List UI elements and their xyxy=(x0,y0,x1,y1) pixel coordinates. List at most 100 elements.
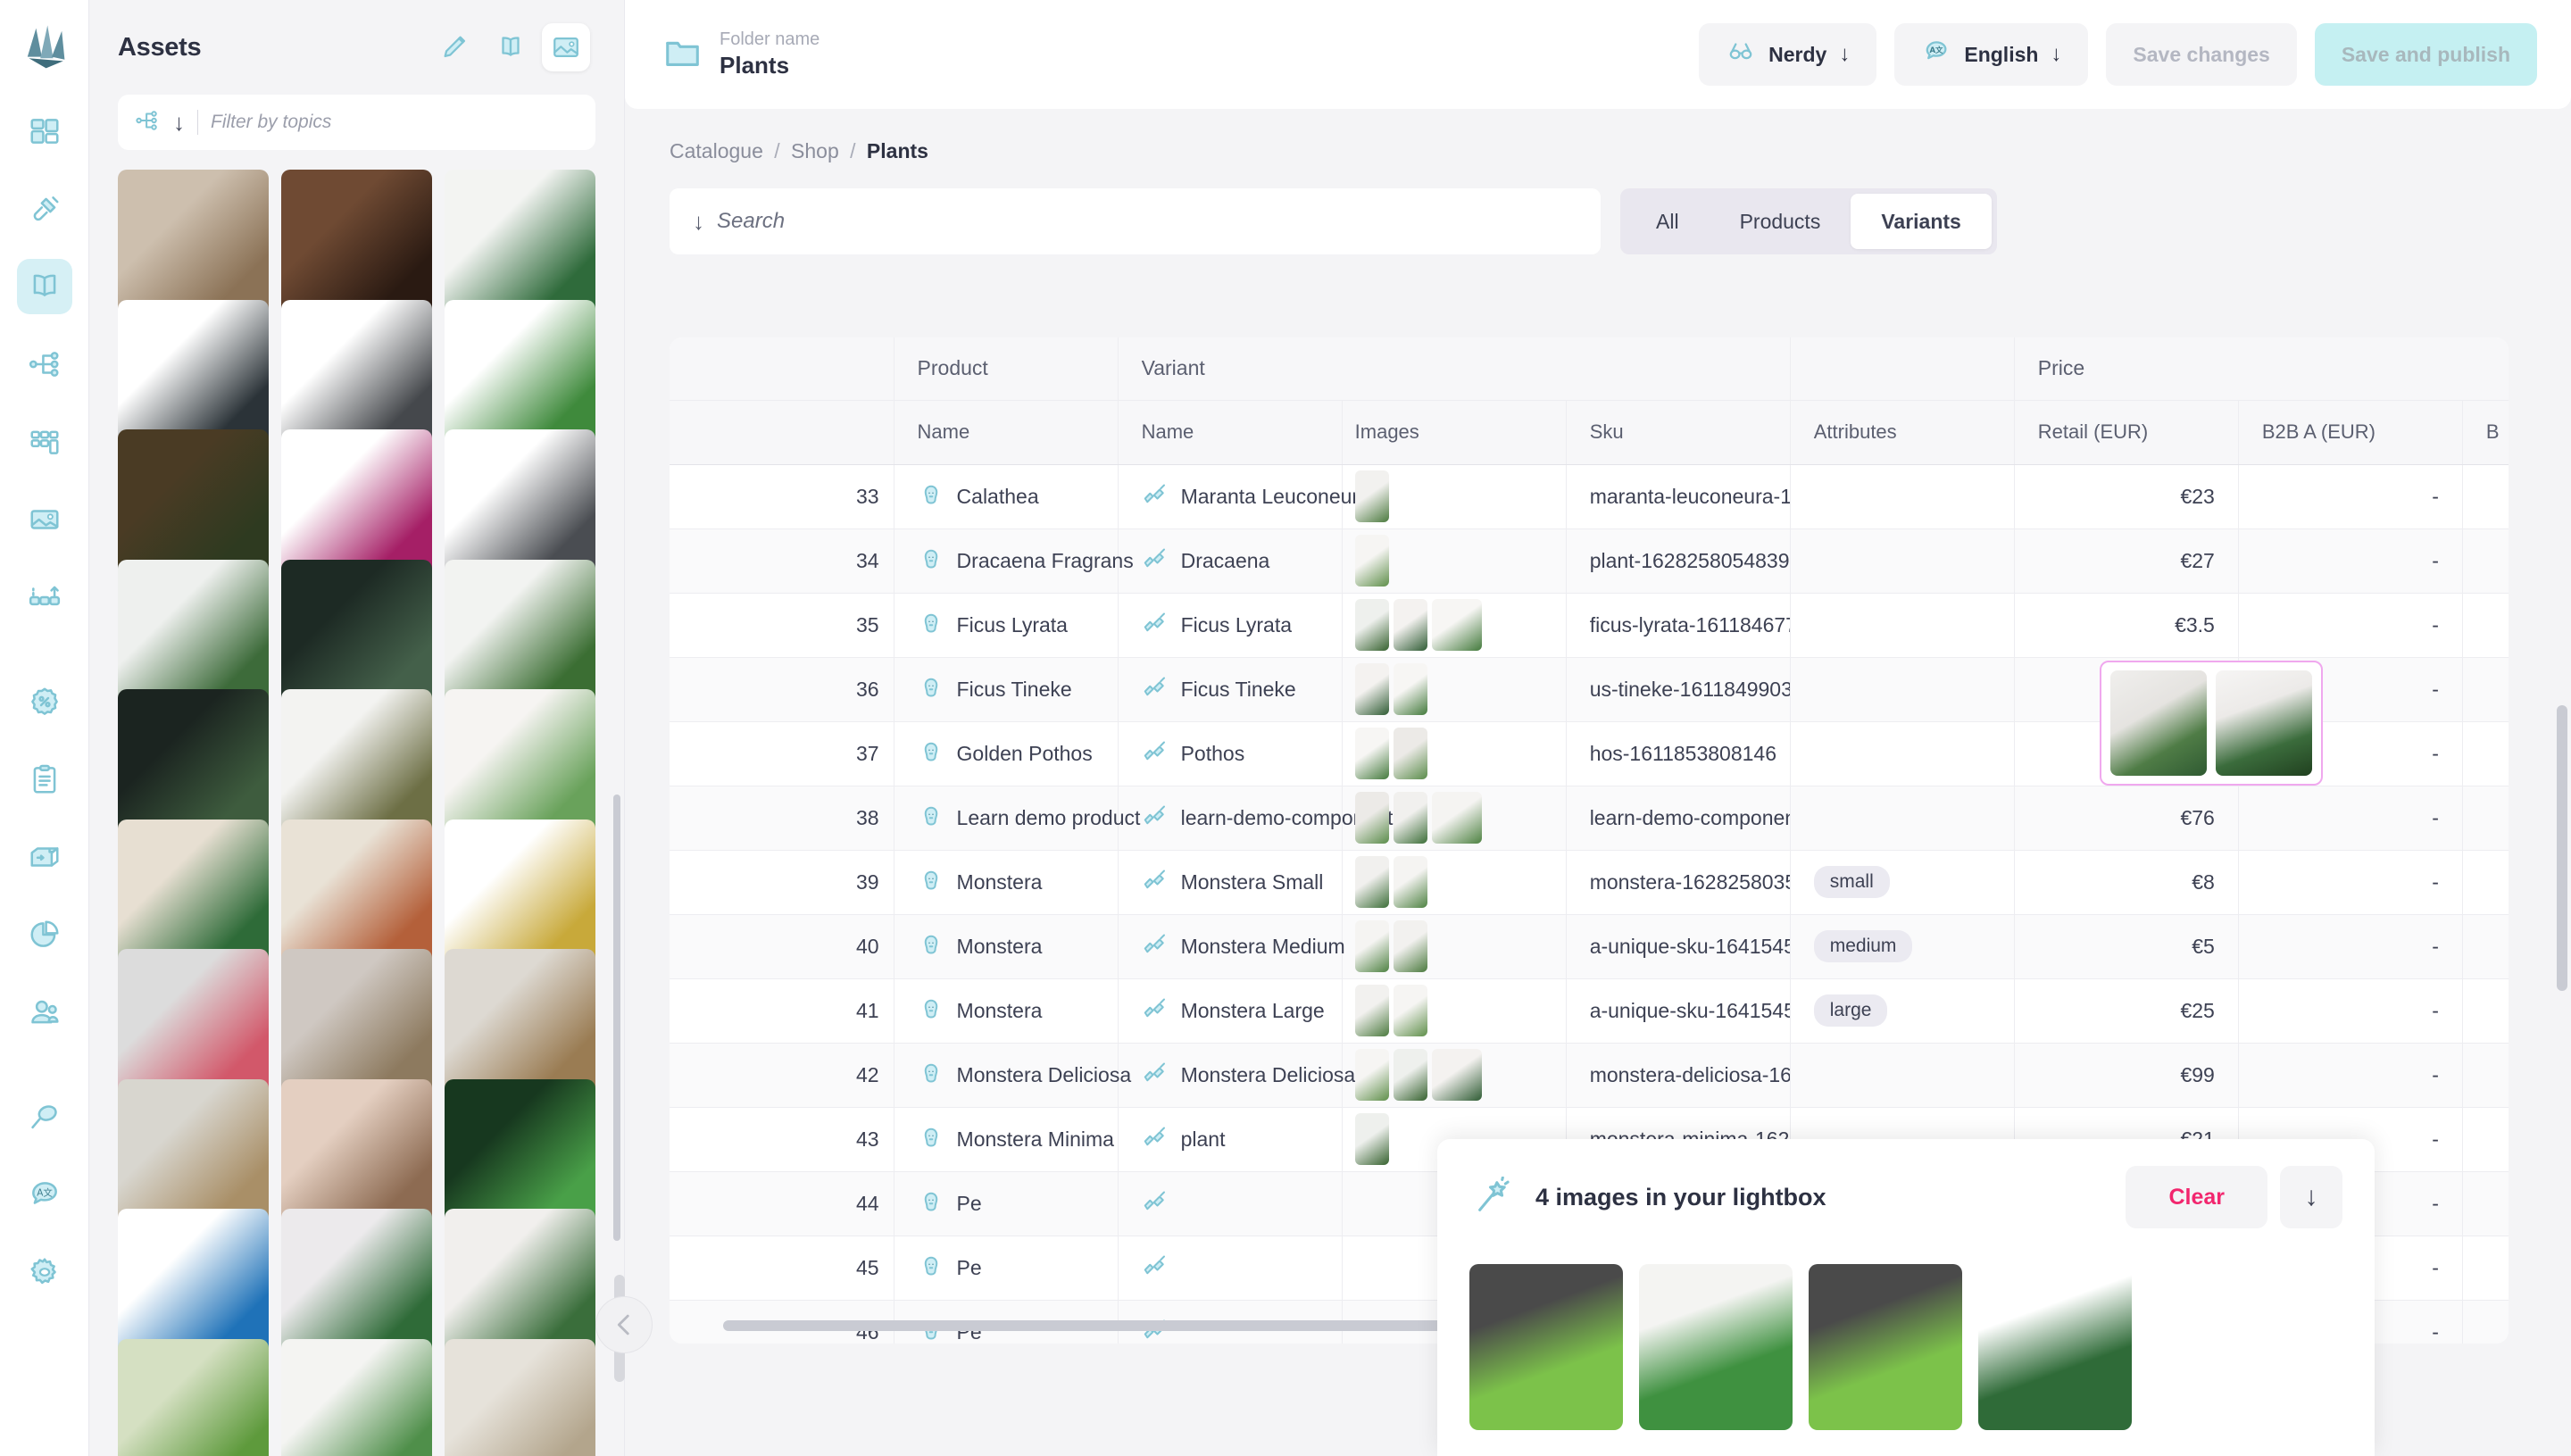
assets-scrollbar[interactable] xyxy=(613,295,620,1428)
asset-monstera-leaf-chair[interactable] xyxy=(118,819,269,970)
variant-image-thumb[interactable] xyxy=(1354,1113,1389,1165)
tab-products[interactable]: Products xyxy=(1710,194,1851,249)
col-header-variant-name[interactable]: Name xyxy=(1118,400,1343,465)
col-header-product-name[interactable]: Name xyxy=(894,400,1119,465)
orders-clipboard-icon[interactable] xyxy=(17,752,72,807)
variant-image-thumb[interactable] xyxy=(1354,599,1389,651)
asset-coffee-cushion[interactable] xyxy=(281,170,432,320)
asset-white-plant[interactable] xyxy=(281,1338,432,1456)
variant-image-thumb[interactable] xyxy=(1431,1049,1482,1101)
variant-image-thumb[interactable] xyxy=(1393,920,1427,972)
variant-image-thumb[interactable] xyxy=(1354,920,1389,972)
variant-image-thumb[interactable] xyxy=(1393,792,1427,844)
variant-image-thumb[interactable] xyxy=(1393,1049,1427,1101)
variant-image-thumb[interactable] xyxy=(1354,856,1389,908)
topics-tree-icon[interactable] xyxy=(134,107,161,138)
asset-yellow-basket[interactable] xyxy=(445,819,595,970)
save-and-publish-button[interactable]: Save and publish xyxy=(2314,23,2537,86)
asset-dark-armchair[interactable] xyxy=(118,299,269,451)
variant-image-thumb[interactable] xyxy=(1354,985,1389,1036)
col-header-b2b-a[interactable]: B2B A (EUR) xyxy=(2238,400,2463,465)
variant-image-thumb[interactable] xyxy=(1354,470,1389,522)
asset-potted-plant-black-pot[interactable] xyxy=(445,170,595,320)
asset-pampas-vase[interactable] xyxy=(118,1078,269,1230)
lightbox-thumb-pilea-stool-dark[interactable] xyxy=(1469,1264,1623,1430)
asset-pilea-plant[interactable] xyxy=(445,299,595,451)
search-magnifier-icon[interactable] xyxy=(17,1089,72,1144)
variant-image-thumb[interactable] xyxy=(1393,985,1427,1036)
analytics-pie-icon[interactable] xyxy=(17,907,72,962)
table-vertical-scrollbar-thumb[interactable] xyxy=(2557,705,2567,991)
variant-image-thumb[interactable] xyxy=(1393,663,1427,715)
mode-selector[interactable]: Nerdy ↓ xyxy=(1699,23,1877,86)
download-lightbox-button[interactable]: ↓ xyxy=(2280,1166,2342,1228)
asset-ficus-branch[interactable] xyxy=(118,559,269,711)
breadcrumb-item-shop[interactable]: Shop xyxy=(791,139,839,162)
preview-image-1[interactable] xyxy=(2110,670,2207,776)
lightbox-thumb-alocasia-black-pot[interactable] xyxy=(1978,1264,2132,1430)
asset-variegated-leaf[interactable] xyxy=(118,1338,269,1456)
asset-living-room-green[interactable] xyxy=(118,429,269,580)
table-row[interactable]: 34 Dracaena Fragrans Dracaena plant-1628258… xyxy=(670,528,2509,594)
discounts-percent-icon[interactable] xyxy=(17,674,72,729)
save-changes-button[interactable]: Save changes xyxy=(2106,23,2297,86)
asset-blue-chair[interactable] xyxy=(118,1209,269,1360)
table-row[interactable]: 42 Monstera Deliciosa Monstera Deliciosa mo… xyxy=(670,1043,2509,1108)
shipping-box-icon[interactable] xyxy=(17,829,72,885)
book-icon[interactable] xyxy=(487,23,535,71)
asset-dresser-purple-chair[interactable] xyxy=(281,949,432,1100)
translation-icon[interactable]: A文 xyxy=(17,1167,72,1222)
catalogue-book-icon[interactable] xyxy=(16,259,72,314)
asset-art-sideboard[interactable] xyxy=(281,1078,432,1230)
language-selector[interactable]: A文 English ↓ xyxy=(1894,23,2089,86)
asset-ficus-tineke-hand[interactable] xyxy=(445,1209,595,1360)
variant-image-thumb[interactable] xyxy=(1354,663,1389,715)
variant-image-thumb[interactable] xyxy=(1354,792,1389,844)
asset-wood-dresser[interactable] xyxy=(445,949,595,1100)
clear-lightbox-button[interactable]: Clear xyxy=(2126,1166,2267,1228)
app-logo[interactable] xyxy=(16,20,73,77)
variant-image-thumb[interactable] xyxy=(1393,728,1427,779)
collapse-panel-button[interactable] xyxy=(595,1296,653,1353)
col-header-images[interactable]: Images xyxy=(1342,400,1567,465)
publish-flow-icon[interactable] xyxy=(17,570,72,625)
variant-image-thumb[interactable] xyxy=(1431,599,1482,651)
lightbox-thumb-pilea-white-pot[interactable] xyxy=(1639,1264,1793,1430)
breadcrumb-item-catalogue[interactable]: Catalogue xyxy=(670,139,763,162)
variant-image-thumb[interactable] xyxy=(1393,599,1427,651)
asset-ceiling-lamp[interactable] xyxy=(445,1338,595,1456)
assets-scrollbar-thumb[interactable] xyxy=(613,795,620,1241)
variant-image-thumb[interactable] xyxy=(1354,1049,1389,1101)
assets-image-icon[interactable] xyxy=(17,492,72,547)
asset-plant-stand[interactable] xyxy=(445,689,595,840)
variant-image-thumb[interactable] xyxy=(1354,728,1389,779)
table-row[interactable]: 38 Learn demo product learn-demo-component… xyxy=(670,786,2509,851)
integrations-plug-icon[interactable] xyxy=(17,181,72,237)
taxonomy-tree-icon[interactable] xyxy=(17,337,72,392)
table-row[interactable]: 39 Monstera Monstera Small monstera-1628258… xyxy=(670,850,2509,915)
asset-palm-interior[interactable] xyxy=(281,559,432,711)
tab-variants[interactable]: Variants xyxy=(1851,194,1992,249)
variant-image-thumb[interactable] xyxy=(1393,856,1427,908)
asset-person-holding-alocasia[interactable] xyxy=(281,1209,432,1360)
table-row[interactable]: 33 Calathea Maranta Leuconeura maranta-leuc… xyxy=(670,464,2509,529)
arrow-down-icon[interactable]: ↓ xyxy=(693,208,704,236)
image-icon[interactable] xyxy=(542,23,590,71)
col-header-sku[interactable]: Sku xyxy=(1566,400,1791,465)
table-row[interactable]: 40 Monstera Monstera Medium a-unique-sku-16… xyxy=(670,914,2509,979)
filter-by-topics-input[interactable] xyxy=(211,112,579,133)
asset-desk-monitor[interactable] xyxy=(118,949,269,1100)
tab-all[interactable]: All xyxy=(1626,194,1710,249)
asset-metal-tub-chair[interactable] xyxy=(281,299,432,451)
edit-pencil-icon[interactable] xyxy=(431,23,479,71)
preview-image-2[interactable] xyxy=(2216,670,2312,776)
asset-tree-plant[interactable] xyxy=(445,559,595,711)
settings-gear-icon[interactable] xyxy=(17,1244,72,1300)
table-row[interactable]: 35 Ficus Lyrata Ficus Lyrata ficus-lyrata-1… xyxy=(670,593,2509,658)
dashboard-icon[interactable] xyxy=(17,104,72,159)
asset-terracotta-pots[interactable] xyxy=(281,819,432,970)
col-header-b2b-b[interactable]: B xyxy=(2462,400,2509,465)
col-header-retail[interactable]: Retail (EUR) xyxy=(2014,400,2239,465)
customers-icon[interactable] xyxy=(17,985,72,1040)
table-row[interactable]: 41 Monstera Monstera Large a-unique-sku-164… xyxy=(670,978,2509,1044)
